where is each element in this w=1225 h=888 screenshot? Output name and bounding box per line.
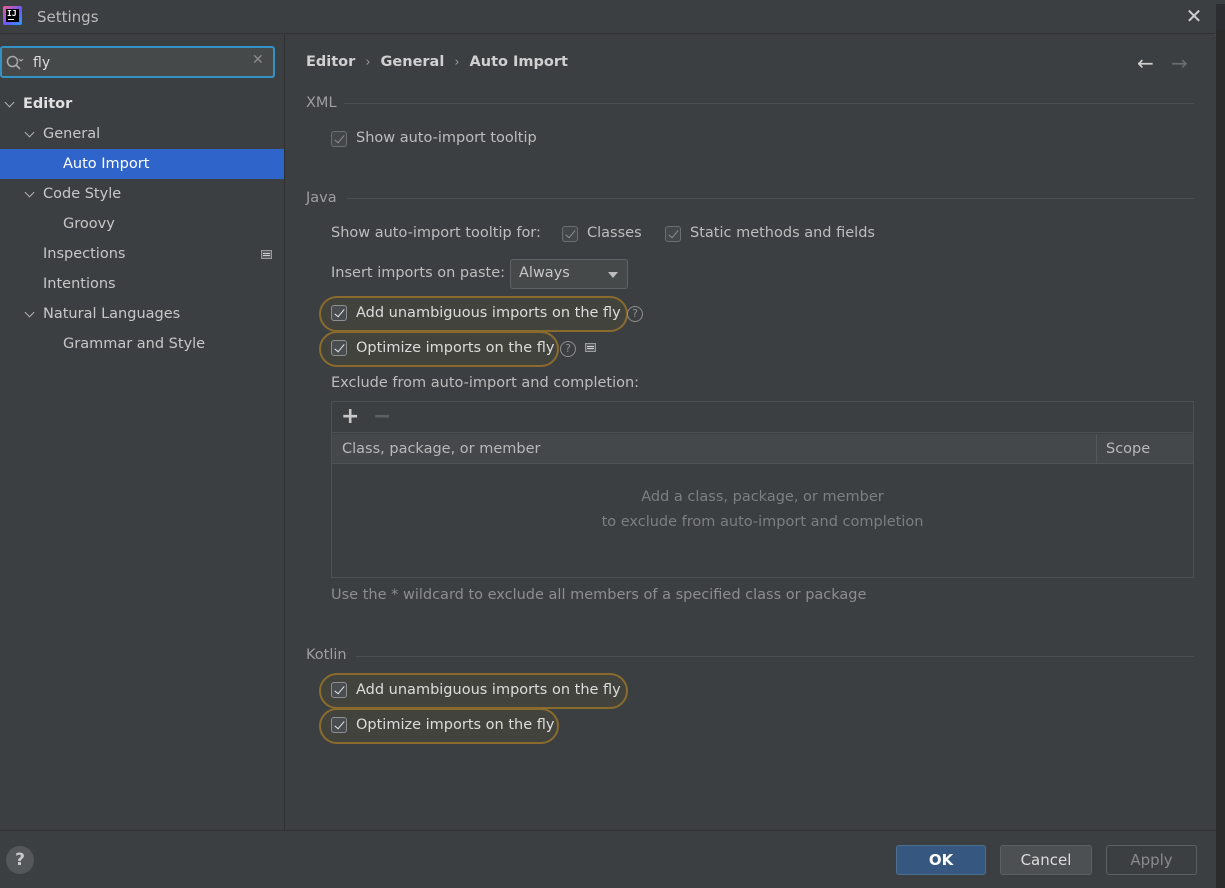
table-header: Class, package, or member Scope (332, 434, 1193, 464)
xml-show-tooltip-label: Show auto-import tooltip (356, 130, 537, 146)
breadcrumb-general[interactable]: General (381, 54, 445, 70)
exclude-table: + − Class, package, or member Scope Add … (331, 401, 1194, 578)
chevron-right-icon: › (365, 54, 371, 70)
chevron-down-icon[interactable] (24, 187, 35, 198)
sidebar-item-grammar-and-style[interactable]: Grammar and Style (0, 329, 284, 359)
ide-editor-edge (1215, 30, 1225, 888)
column-header-scope[interactable]: Scope (1106, 441, 1150, 457)
project-settings-icon (585, 343, 596, 352)
xml-show-tooltip-checkbox[interactable] (331, 131, 347, 147)
kotlin-add-unambiguous-checkbox[interactable] (331, 682, 347, 698)
breadcrumb-editor[interactable]: Editor (306, 54, 355, 70)
chevron-down-icon[interactable] (24, 127, 35, 138)
dropdown-value: Always (519, 265, 570, 281)
sidebar-item-label: Inspections (43, 246, 126, 262)
sidebar-item-intentions[interactable]: Intentions (0, 269, 284, 299)
sidebar-item-label: Grammar and Style (63, 336, 206, 352)
breadcrumb-auto-import: Auto Import (469, 54, 568, 70)
java-static-members-checkbox[interactable] (665, 226, 681, 242)
minus-icon[interactable]: − (373, 404, 391, 429)
java-classes-label: Classes (587, 225, 642, 241)
section-heading-java: Java (306, 190, 337, 206)
sidebar-item-groovy[interactable]: Groovy (0, 209, 284, 239)
section-heading-xml: XML (306, 95, 337, 111)
section-divider (344, 103, 1194, 104)
empty-text-line1[interactable]: Add a class, package, or member (332, 489, 1193, 505)
arrow-left-icon[interactable]: ← (1137, 51, 1154, 75)
sidebar-item-general[interactable]: General (0, 119, 284, 149)
sidebar-item-label: General (43, 126, 101, 142)
empty-text-line2: to exclude from auto-import and completi… (601, 514, 924, 530)
sidebar-item-inspections[interactable]: Inspections (0, 239, 284, 269)
exclude-table-toolbar: + − (332, 402, 1193, 433)
search-icon[interactable] (6, 55, 24, 71)
section-divider (356, 656, 1194, 657)
chevron-right-icon: › (454, 54, 460, 70)
question-mark-icon[interactable]: ? (6, 846, 34, 874)
sidebar-item-editor[interactable]: Editor (0, 89, 284, 119)
java-exclude-label: Exclude from auto-import and completion: (331, 375, 640, 391)
insert-on-paste-dropdown[interactable]: Always (510, 259, 628, 289)
cancel-button[interactable]: Cancel (1000, 845, 1092, 875)
section-heading-kotlin: Kotlin (306, 647, 347, 663)
java-tooltip-for-label: Show auto-import tooltip for: (331, 225, 541, 241)
dialog-title: Settings (37, 8, 99, 26)
java-optimize-checkbox[interactable] (331, 340, 347, 356)
sidebar-item-label: Natural Languages (43, 306, 181, 322)
close-icon[interactable]: ✕ (1183, 6, 1205, 28)
plus-icon[interactable]: + (341, 404, 359, 429)
java-static-members-label: Static methods and fields (690, 225, 875, 241)
java-optimize-label: Optimize imports on the fly (356, 340, 555, 356)
java-classes-checkbox[interactable] (562, 226, 578, 242)
help-icon[interactable]: ? (560, 341, 576, 357)
intellij-idea-icon: IJ (3, 6, 22, 25)
chevron-down-icon[interactable] (4, 97, 15, 108)
search-input[interactable] (33, 53, 233, 73)
java-insert-on-paste-label: Insert imports on paste: (331, 265, 506, 281)
chevron-down-icon[interactable] (24, 307, 35, 318)
column-divider[interactable] (1096, 434, 1097, 464)
section-divider (347, 198, 1194, 199)
java-add-unambiguous-checkbox[interactable] (331, 305, 347, 321)
sidebar-item-code-style[interactable]: Code Style (0, 179, 284, 209)
sidebar-item-label: Intentions (43, 276, 116, 292)
breadcrumb: Editor › General › Auto Import (306, 54, 568, 74)
sidebar-item-natural-languages[interactable]: Natural Languages (0, 299, 284, 329)
sidebar-item-label: Editor (23, 96, 73, 112)
chevron-down-icon (608, 272, 618, 278)
java-add-unambiguous-label: Add unambiguous imports on the fly (356, 305, 621, 321)
column-header-class[interactable]: Class, package, or member (342, 441, 541, 457)
sidebar-item-label: Groovy (63, 216, 115, 232)
kotlin-add-unambiguous-label: Add unambiguous imports on the fly (356, 682, 621, 698)
kotlin-optimize-checkbox[interactable] (331, 717, 347, 733)
project-settings-icon (261, 250, 272, 259)
apply-button[interactable]: Apply (1106, 845, 1197, 875)
help-icon[interactable]: ? (627, 306, 643, 322)
sidebar-item-label: Auto Import (63, 156, 150, 172)
sidebar-item-label: Code Style (43, 186, 122, 202)
ok-button[interactable]: OK (896, 845, 986, 875)
settings-search-box[interactable]: ✕ (0, 46, 275, 78)
sidebar-item-auto-import[interactable]: Auto Import (0, 149, 284, 179)
clear-icon[interactable]: ✕ (252, 52, 264, 68)
arrow-right-icon[interactable]: → (1171, 51, 1188, 75)
wildcard-hint: Use the * wildcard to exclude all member… (331, 587, 867, 603)
title-bar (0, 0, 1216, 34)
kotlin-optimize-label: Optimize imports on the fly (356, 717, 555, 733)
